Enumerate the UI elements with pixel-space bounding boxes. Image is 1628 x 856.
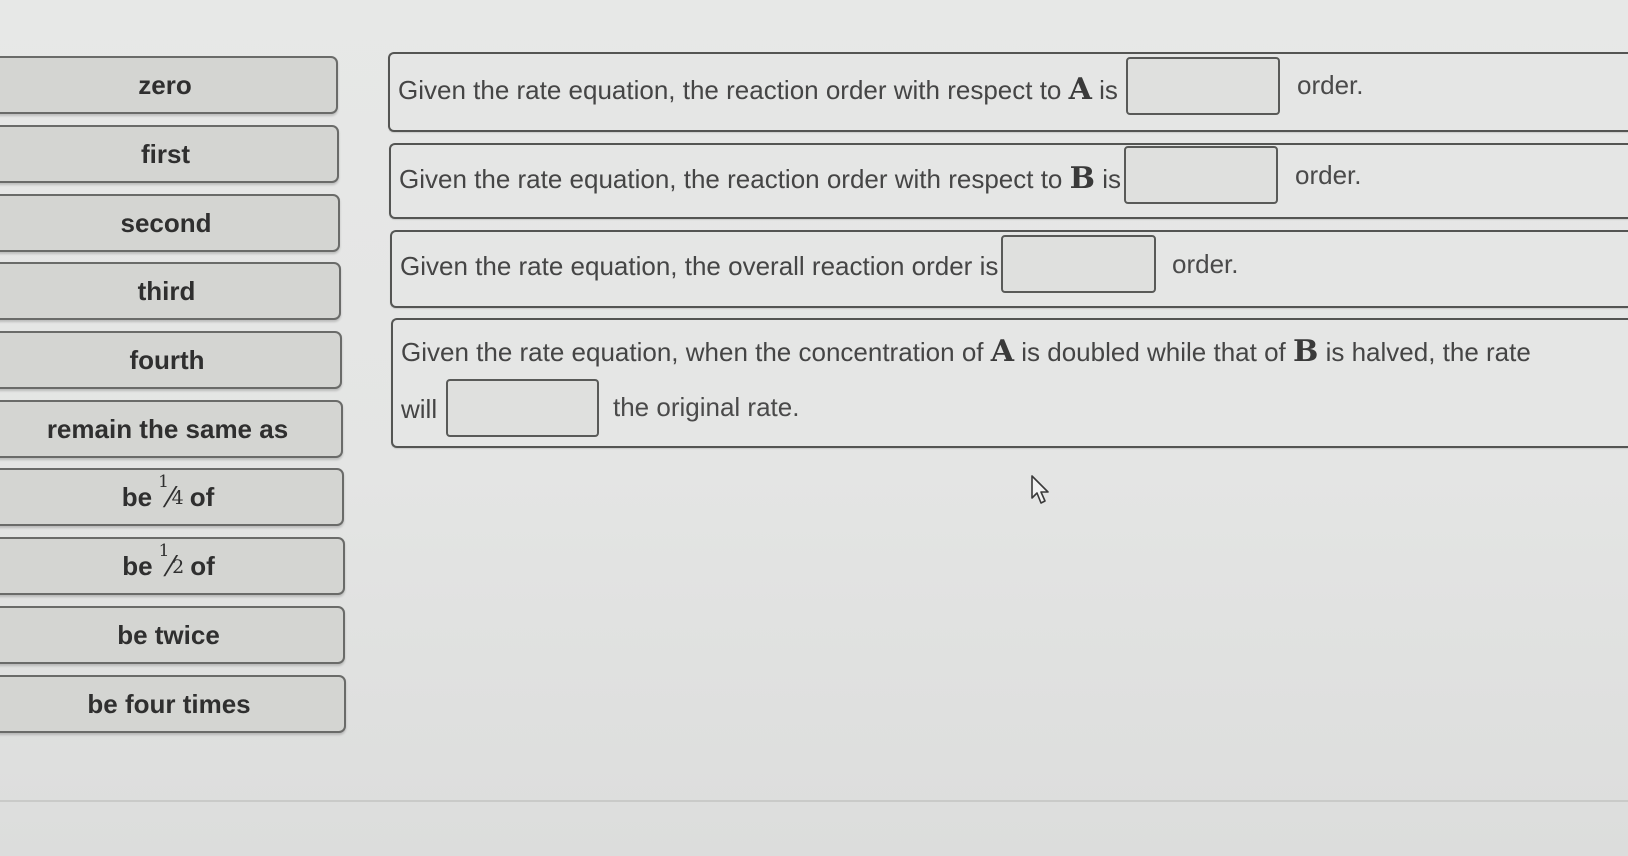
tile-label: zero — [138, 69, 192, 100]
tile-label: second — [120, 207, 212, 238]
drop-zone-1[interactable] — [1126, 57, 1280, 115]
variable-a: A — [1068, 72, 1092, 107]
tile-label: fourth — [129, 344, 205, 375]
answer-tile-be-four-times[interactable]: be four times — [0, 675, 346, 733]
tile-label-post: of — [189, 481, 215, 512]
fraction-quarter: 1 ⁄ 4 — [158, 471, 184, 514]
answer-tile-zero[interactable]: zero — [0, 56, 338, 114]
answer-tile-fourth[interactable]: fourth — [0, 331, 342, 389]
question-3-suffix: order. — [1172, 249, 1239, 279]
question-2-suffix: order. — [1295, 160, 1362, 190]
tile-label-pre: be — [121, 481, 153, 512]
mouse-pointer-icon — [1031, 475, 1049, 504]
question-3-text: Given the rate equation, the overall rea… — [400, 251, 999, 281]
question-1-text: Given the rate equation, the reaction or… — [398, 72, 1118, 107]
divider — [0, 800, 1628, 802]
variable-b: B — [1069, 161, 1095, 196]
question-1-suffix: order. — [1297, 70, 1364, 100]
drop-zone-2[interactable] — [1124, 146, 1278, 204]
tile-label: be twice — [117, 619, 220, 650]
answer-tile-first[interactable]: first — [0, 125, 339, 183]
answer-tile-second[interactable]: second — [0, 194, 340, 252]
tile-label-pre: be — [122, 550, 153, 581]
answer-tile-be-quarter-of[interactable]: be 1 ⁄ 4 of — [0, 468, 344, 526]
answer-tile-third[interactable]: third — [0, 262, 341, 320]
question-4-text: Given the rate equation, when the concen… — [401, 334, 1531, 369]
variable-b: B — [1293, 334, 1319, 369]
tile-label: remain the same as — [46, 413, 289, 444]
variable-a: A — [990, 334, 1015, 369]
question-4-will: will — [401, 394, 438, 424]
question-2-text: Given the rate equation, the reaction or… — [399, 161, 1121, 196]
answer-tile-be-twice[interactable]: be twice — [0, 606, 345, 664]
fraction-half: 1 ⁄ 2 — [158, 540, 185, 583]
drop-zone-4[interactable] — [446, 379, 599, 437]
answer-tile-be-half-of[interactable]: be 1 ⁄ 2 of — [0, 537, 345, 595]
tile-label: third — [137, 275, 196, 306]
answer-tile-remain-the-same[interactable]: remain the same as — [0, 400, 343, 458]
tile-label-post: of — [190, 550, 215, 581]
question-4-suffix: the original rate. — [613, 392, 800, 422]
tile-label: be four times — [87, 688, 251, 719]
tile-label: first — [140, 138, 191, 169]
drop-zone-3[interactable] — [1001, 235, 1156, 293]
